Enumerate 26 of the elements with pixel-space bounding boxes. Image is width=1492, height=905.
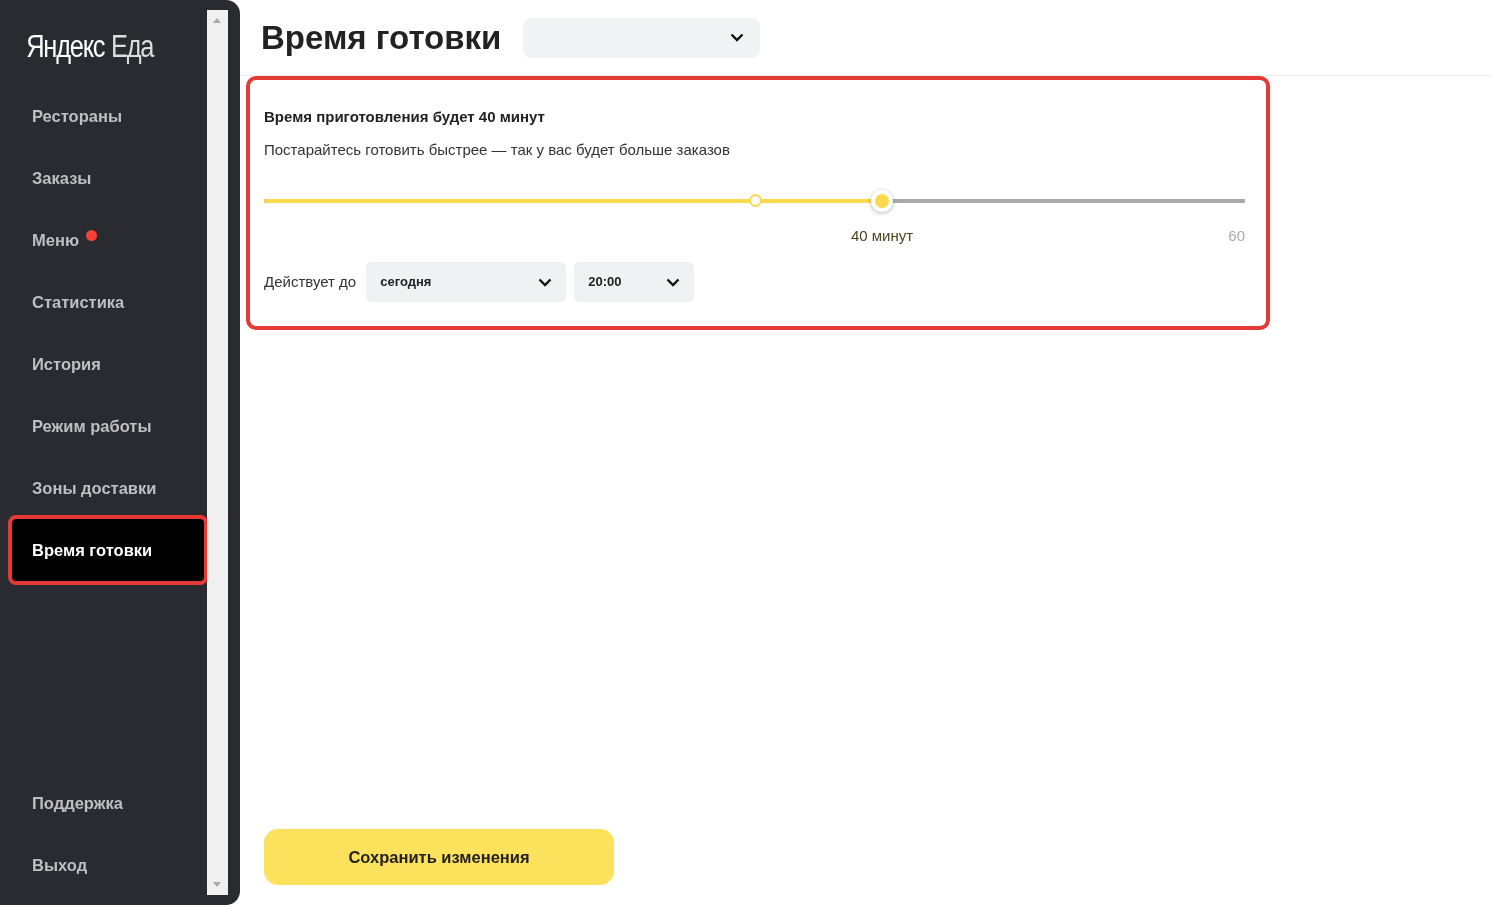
sidebar-item[interactable]: Статистика [12,271,204,333]
sidebar-item[interactable]: Режим работы [12,395,204,457]
slider-value: 40 минут [850,226,914,246]
scroll-down-icon[interactable] [213,882,221,887]
chevron-down-icon [730,33,745,42]
chevron-down-icon [538,277,553,287]
sidebar-item[interactable]: Меню [12,209,204,271]
sidebar-item[interactable]: Заказы [12,147,204,209]
sidebar-item[interactable]: Выход [12,834,204,896]
scrollbar[interactable] [207,10,228,895]
sidebar-item[interactable]: Рестораны [12,85,204,147]
logo[interactable]: Яндекс Еда [0,0,170,85]
scroll-up-icon[interactable] [213,18,221,23]
panel-heading: Время приготовления будет 40 минут [264,107,546,127]
chevron-down-icon [666,277,681,287]
valid-until-label: Действует до [264,271,357,292]
time-select[interactable]: 20:00 [574,262,695,302]
page-title: Время готовки [261,17,502,58]
panel-hint: Постарайтесь готовить быстрее — так у вас будет больше заказов [264,139,731,160]
save-button[interactable]: Сохранить изменения [264,829,614,885]
slider-max-label: 60 [1228,226,1245,246]
day-select[interactable]: сегодня [366,262,567,302]
sidebar-item[interactable]: История [12,333,204,395]
sidebar-item[interactable]: Зоны доставки [12,457,204,519]
restaurant-select[interactable] [523,17,761,58]
sidebar-item[interactable]: Поддержка [12,772,204,834]
